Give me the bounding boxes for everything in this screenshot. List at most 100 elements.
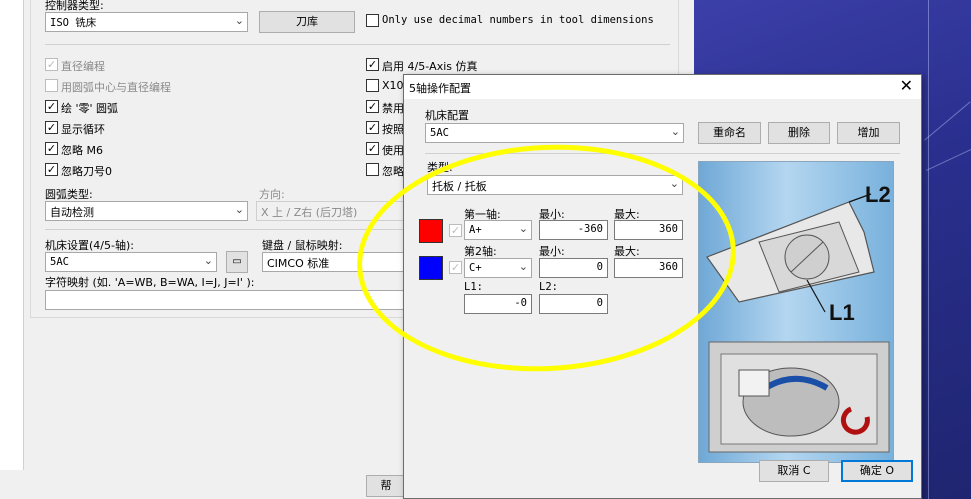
axis2-color-swatch[interactable] [419,256,443,280]
axis1-checkbox[interactable]: ✓ [449,224,462,237]
chevron-down-icon: ⌄ [203,254,213,267]
separator [425,153,900,154]
picture-l2-label: L2 [865,182,891,207]
controller-type-dropdown[interactable]: ISO 铣床 ⌄ [45,12,248,32]
disable-label: 禁用 [382,102,404,115]
type-label: 类型: [427,161,453,174]
checkmark-icon: ✓ [367,121,378,134]
machine-illustration: L2 L1 [698,161,894,463]
keyboard-mouse-value: CIMCO 标准 [267,257,330,270]
close-icon[interactable]: ✕ [900,77,913,95]
according-label: 按照 [382,123,404,136]
cancel-button[interactable]: 取消 C [759,460,829,482]
use-checkbox[interactable]: ✓ [366,142,379,155]
according-checkbox[interactable]: ✓ [366,121,379,134]
ignore-m6-checkbox[interactable]: ✓ [45,142,58,155]
axis2-label: 第2轴: [464,245,497,258]
keyboard-mouse-label: 键盘 / 鼠标映射: [262,239,343,252]
five-axis-config-dialog: 5轴操作配置 ✕ 机床配置 5AC ⌄ 重命名 删除 增加 类型: 托板 / 托… [403,74,922,499]
arc-type-label: 圆弧类型: [45,188,93,201]
x100-checkbox[interactable] [366,79,379,92]
axis2-max-label: 最大: [614,245,640,258]
axis1-min-input[interactable]: -360 [539,220,608,240]
checkmark-icon: ✓ [367,100,378,113]
l1-label: L1: [464,281,483,293]
machine-setup-config-button[interactable]: ▭ [226,251,248,273]
arc-center-radius-checkbox[interactable] [45,79,58,92]
l2-label: L2: [539,281,558,293]
l1-input[interactable]: -0 [464,294,532,314]
separator [45,44,670,45]
delete-button[interactable]: 删除 [768,122,830,144]
disable-checkbox[interactable]: ✓ [366,100,379,113]
chevron-down-icon: ⌄ [234,14,244,27]
dialog-title-bar: 5轴操作配置 ✕ [404,75,921,99]
char-map-input[interactable] [45,290,407,310]
axis2-checkbox[interactable]: ✓ [449,261,462,274]
checkmark-icon: ✓ [46,100,57,113]
checkmark-icon: ✓ [367,142,378,155]
arc-type-dropdown[interactable]: 自动检测 ⌄ [45,201,248,221]
machine-config-label: 机床配置 [425,109,469,122]
ignore-label: 忽略 [382,165,404,178]
chevron-down-icon: ⌄ [669,177,679,190]
axis2-min-input[interactable]: 0 [539,258,608,278]
add-button[interactable]: 增加 [837,122,900,144]
controller-type-value: ISO 铣床 [50,17,97,29]
draw-zero-label: 绘 '零' 圆弧 [61,102,119,115]
desktop-decoration-line [928,0,929,499]
desktop-decoration-line [924,101,971,141]
enable-45axis-label: 启用 4/5-Axis 仿真 [382,60,478,73]
l2-input[interactable]: 0 [539,294,608,314]
radius-comp-label: 直径编程 [61,60,105,73]
show-cycles-label: 显示循环 [61,123,105,136]
chevron-down-icon: ⌄ [518,260,528,273]
axis2-min-label: 最小: [539,245,565,258]
machine-setup-value: 5AC [50,256,69,268]
axis2-max-input[interactable]: 360 [614,258,683,278]
chevron-down-icon: ⌄ [670,125,680,138]
axis1-color-swatch[interactable] [419,219,443,243]
rename-button[interactable]: 重命名 [698,122,761,144]
type-value: 托板 / 托板 [432,180,487,193]
axis1-max-input[interactable]: 360 [614,220,683,240]
arc-type-value: 自动检测 [50,206,94,219]
checkmark-icon: ✓ [46,163,57,176]
radius-comp-checkbox[interactable]: ✓ [45,58,58,71]
direction-dropdown[interactable]: X 上 / Z右 (后刀塔) [256,201,406,221]
draw-zero-checkbox[interactable]: ✓ [45,100,58,113]
checkmark-icon: ✓ [450,261,461,274]
machine-config-dropdown[interactable]: 5AC ⌄ [425,123,684,143]
chevron-down-icon: ⌄ [518,222,528,235]
ignore-tool0-label: 忽略刀号0 [61,165,112,178]
ignore-checkbox[interactable] [366,163,379,176]
machine-setup-label: 机床设置(4/5-轴): [45,239,134,252]
decimal-only-checkbox[interactable] [366,14,379,27]
keyboard-mouse-dropdown[interactable]: CIMCO 标准 [262,252,406,272]
machine-diagram-icon: L2 L1 [706,182,891,453]
dialog-title: 5轴操作配置 [409,82,471,95]
enable-45axis-checkbox[interactable]: ✓ [366,58,379,71]
left-pane [0,0,24,470]
char-map-label: 字符映射 (如. 'A=WB, B=WA, I=J, J=I' ): [45,276,255,289]
chevron-down-icon: ⌄ [234,203,244,216]
checkmark-icon: ✓ [367,58,378,71]
axis1-dropdown[interactable]: A+ ⌄ [464,220,532,240]
desktop-decoration-line [926,144,971,171]
show-cycles-checkbox[interactable]: ✓ [45,121,58,134]
tool-library-button[interactable]: 刀库 [259,11,355,33]
checkmark-icon: ✓ [46,142,57,155]
help-button[interactable]: 帮 [366,475,406,497]
decimal-only-label: Only use decimal numbers in tool dimensi… [382,14,654,26]
ignore-tool0-checkbox[interactable]: ✓ [45,163,58,176]
axis1-value: A+ [469,224,482,236]
machine-setup-dropdown[interactable]: 5AC ⌄ [45,252,217,272]
ok-button[interactable]: 确定 O [841,460,913,482]
machine-settings-icon: ▭ [232,256,242,267]
picture-l1-label: L1 [829,300,855,325]
type-dropdown[interactable]: 托板 / 托板 ⌄ [427,175,683,195]
checkmark-icon: ✓ [450,224,461,237]
axis2-dropdown[interactable]: C+ ⌄ [464,258,532,278]
use-label: 使用 [382,144,404,157]
machine-config-value: 5AC [430,127,449,139]
